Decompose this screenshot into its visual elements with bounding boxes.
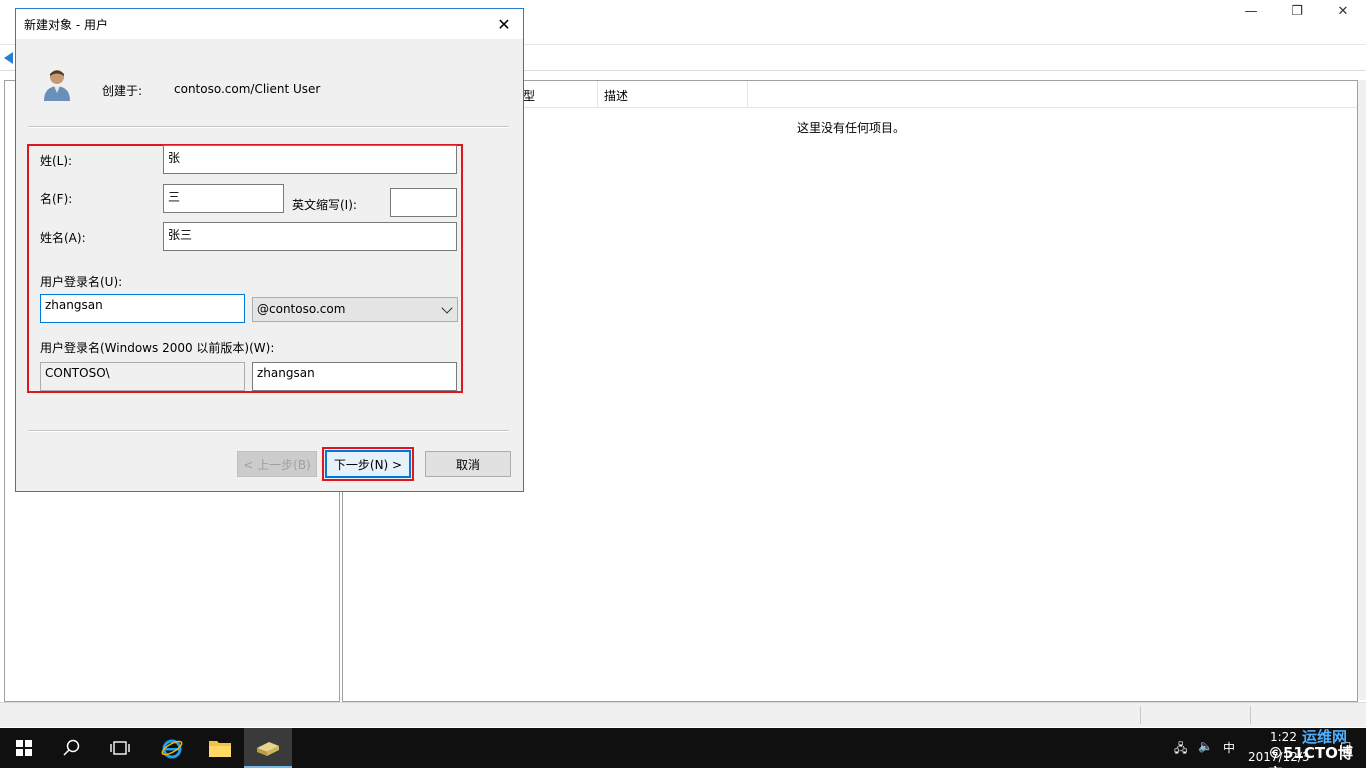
dialog-title: 新建对象 - 用户	[24, 18, 108, 32]
task-view-icon[interactable]	[96, 728, 144, 768]
created-in-value: contoso.com/Client User	[174, 82, 321, 96]
last-name-input[interactable]: 张	[163, 145, 457, 174]
upn-suffix-select[interactable]: @contoso.com	[252, 297, 458, 322]
first-name-input[interactable]: 三	[163, 184, 284, 213]
dialog-titlebar: 新建对象 - 用户 ✕	[16, 9, 523, 39]
initials-input[interactable]	[390, 188, 457, 217]
column-description-header[interactable]: 描述	[604, 87, 628, 104]
next-button[interactable]: 下一步(N) >	[325, 450, 411, 478]
restore-icon[interactable]: ❐	[1274, 0, 1320, 22]
vertical-scrollbar[interactable]	[1358, 80, 1366, 700]
back-button[interactable]: < 上一步(B)	[237, 451, 317, 477]
start-windows-icon[interactable]	[0, 728, 48, 768]
back-arrow-icon[interactable]	[4, 52, 13, 64]
chevron-down-icon	[441, 302, 453, 314]
ime-indicator[interactable]: 中	[1223, 739, 1235, 756]
network-icon[interactable]: 🖧	[1174, 739, 1187, 760]
taskbar: 🖧 🔈 中 □	[0, 728, 1366, 768]
new-object-user-dialog: 新建对象 - 用户 ✕ 创建于: contoso.com/Client User…	[15, 8, 524, 492]
status-bar	[0, 702, 1366, 727]
upn-suffix-value: @contoso.com	[257, 302, 346, 316]
internet-explorer-icon[interactable]	[148, 728, 196, 768]
search-icon[interactable]	[48, 728, 96, 768]
initials-label: 英文缩写(I):	[292, 198, 357, 212]
created-in-label: 创建于:	[102, 84, 143, 98]
first-name-label: 名(F):	[40, 192, 73, 206]
pre2000-domain-field: CONTOSO\	[40, 362, 245, 391]
full-name-input[interactable]: 张三	[163, 222, 457, 251]
logon-name-label: 用户登录名(U):	[40, 275, 123, 289]
close-window-icon[interactable]: ✕	[1320, 0, 1366, 22]
file-explorer-icon[interactable]	[196, 728, 244, 768]
last-name-label: 姓(L):	[40, 154, 73, 168]
dialog-close-icon[interactable]: ✕	[486, 9, 522, 39]
pre2000-logon-input[interactable]: zhangsan	[252, 362, 457, 391]
column-type-header[interactable]: 型	[523, 87, 535, 104]
volume-muted-icon[interactable]: 🔈	[1198, 739, 1213, 753]
ad-users-computers-icon[interactable]	[244, 728, 292, 768]
empty-list-message: 这里没有任何项目。	[797, 121, 906, 135]
watermark-bottom: ©51CTO博客	[1268, 744, 1353, 783]
pre2000-logon-label: 用户登录名(Windows 2000 以前版本)(W):	[40, 341, 275, 355]
logon-name-input[interactable]: zhangsan	[40, 294, 245, 323]
cancel-button[interactable]: 取消	[425, 451, 511, 477]
user-icon	[44, 70, 70, 101]
minimize-icon[interactable]: —	[1228, 0, 1274, 22]
full-name-label: 姓名(A):	[40, 231, 86, 245]
